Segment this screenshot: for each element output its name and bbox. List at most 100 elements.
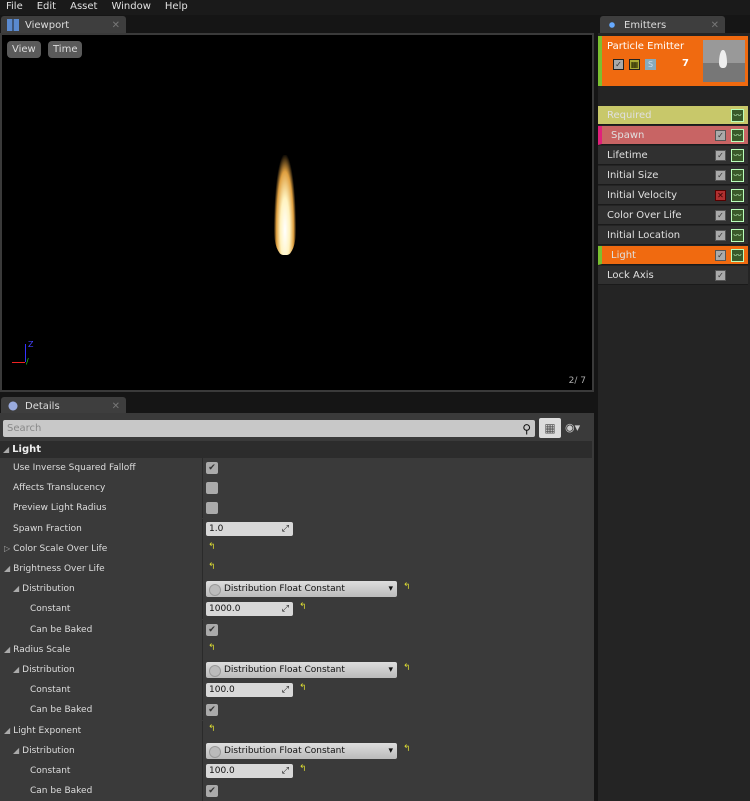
enable-checkbox[interactable]: ✓ xyxy=(715,130,726,141)
property-row: Can be Baked ✔ xyxy=(0,619,592,640)
menu-help[interactable]: Help xyxy=(159,0,196,15)
curve-icon[interactable]: 〰 xyxy=(731,169,744,182)
menu-bar: File Edit Asset Window Help xyxy=(0,0,750,15)
enable-checkbox[interactable]: ✓ xyxy=(715,150,726,161)
number-field[interactable]: 100.0 xyxy=(206,683,293,698)
module-color-over-life[interactable]: Color Over Life ✓ 〰 xyxy=(598,206,748,225)
checkbox[interactable]: ✔ xyxy=(206,785,218,798)
grid-view-button[interactable]: ▦ xyxy=(539,418,561,438)
enable-checkbox[interactable]: ✓ xyxy=(613,59,624,70)
property-label: ◢ Distribution xyxy=(13,584,75,595)
property-label: ◢ Radius Scale xyxy=(4,644,71,655)
solo-icon[interactable]: ▦ xyxy=(629,59,640,70)
curve-icon[interactable]: 〰 xyxy=(731,229,744,242)
flame-particle xyxy=(274,155,296,255)
property-label: Spawn Fraction xyxy=(13,523,82,534)
module-lock-axis[interactable]: Lock Axis ✓ xyxy=(598,266,748,285)
s-toggle[interactable]: S xyxy=(645,59,656,70)
module-light[interactable]: Light ✓ 〰 xyxy=(598,246,748,265)
module-lifetime[interactable]: Lifetime ✓ 〰 xyxy=(598,146,748,165)
category-light[interactable]: ◢ Light xyxy=(0,441,592,458)
search-input[interactable]: Search ⚲ xyxy=(3,420,535,437)
reset-icon[interactable]: ↰ xyxy=(403,663,411,673)
reset-icon[interactable]: ↰ xyxy=(403,582,411,592)
property-label: Can be Baked xyxy=(30,786,93,797)
emitter-name: Particle Emitter xyxy=(607,41,685,52)
search-icon: ⚲ xyxy=(522,422,531,436)
expand-arrow-icon[interactable]: ◢ xyxy=(4,645,10,654)
property-row: Can be Baked ✔ xyxy=(0,700,592,721)
distribution-dropdown[interactable]: Distribution Float Constant xyxy=(206,662,397,678)
reset-icon[interactable]: ↰ xyxy=(403,744,411,754)
time-button[interactable]: Time xyxy=(48,41,83,58)
reset-icon[interactable]: ↰ xyxy=(208,643,216,653)
enable-checkbox[interactable]: ✓ xyxy=(715,270,726,281)
checkbox[interactable]: ✔ xyxy=(206,623,218,636)
expand-arrow-icon[interactable]: ▷ xyxy=(4,544,10,553)
module-label: Color Over Life xyxy=(607,210,682,221)
reset-icon[interactable]: ↰ xyxy=(299,683,307,693)
checkbox[interactable]: ✔ xyxy=(206,704,218,717)
emitter-thumbnail xyxy=(703,40,745,82)
disabled-x-icon[interactable]: ✕ xyxy=(715,190,726,201)
close-icon[interactable]: ✕ xyxy=(112,401,120,412)
number-field[interactable]: 100.0 xyxy=(206,764,293,778)
curve-icon[interactable]: 〰 xyxy=(731,109,744,122)
reset-icon[interactable]: ↰ xyxy=(208,724,216,734)
eye-icon[interactable]: ◉▾ xyxy=(565,421,580,434)
property-label: Preview Light Radius xyxy=(13,503,107,514)
enable-checkbox[interactable]: ✓ xyxy=(715,170,726,181)
close-icon[interactable]: ✕ xyxy=(112,20,120,31)
menu-window[interactable]: Window xyxy=(105,0,158,15)
viewport[interactable]: View Time Z / 2/ 7 xyxy=(0,33,594,392)
property-row: ◢ Brightness Over Life ↰ xyxy=(0,559,592,579)
reset-icon[interactable]: ↰ xyxy=(299,602,307,612)
property-row: Use Inverse Squared Falloff ✔ xyxy=(0,458,592,478)
property-row: ◢ Distribution Distribution Float Constant… xyxy=(0,740,592,761)
curve-icon[interactable]: 〰 xyxy=(731,149,744,162)
curve-icon[interactable]: 〰 xyxy=(731,209,744,222)
enable-checkbox[interactable]: ✓ xyxy=(715,210,726,221)
menu-edit[interactable]: Edit xyxy=(31,0,64,15)
checkbox[interactable] xyxy=(206,482,218,495)
axis-gizmo: Z / xyxy=(8,340,38,370)
checkbox[interactable] xyxy=(206,502,218,515)
info-icon xyxy=(7,400,19,412)
tab-emitters[interactable]: Emitters ✕ xyxy=(600,16,725,34)
property-label: Can be Baked xyxy=(30,705,93,716)
reset-icon[interactable]: ↰ xyxy=(208,542,216,552)
menu-asset[interactable]: Asset xyxy=(64,0,105,15)
module-initial-velocity[interactable]: Initial Velocity ✕ 〰 xyxy=(598,186,748,205)
expand-arrow-icon[interactable]: ◢ xyxy=(13,584,19,593)
enable-checkbox[interactable]: ✓ xyxy=(715,230,726,241)
checkbox[interactable]: ✔ xyxy=(206,462,218,474)
module-initial-location[interactable]: Initial Location ✓ 〰 xyxy=(598,226,748,245)
enable-checkbox[interactable]: ✓ xyxy=(715,250,726,261)
module-initial-size[interactable]: Initial Size ✓ 〰 xyxy=(598,166,748,185)
menu-file[interactable]: File xyxy=(0,0,31,15)
tab-label: Emitters xyxy=(624,19,667,31)
number-field[interactable]: 1.0 xyxy=(206,521,293,536)
emitter-count: 7 xyxy=(682,58,689,69)
module-spawn[interactable]: Spawn ✓ 〰 xyxy=(598,126,748,145)
distribution-dropdown[interactable]: Distribution Float Constant xyxy=(206,742,397,759)
tab-viewport[interactable]: Viewport ✕ xyxy=(1,16,126,34)
property-row: Affects Translucency xyxy=(0,478,592,499)
distribution-dropdown[interactable]: Distribution Float Constant xyxy=(206,581,397,598)
module-label: Lock Axis xyxy=(607,270,654,281)
number-field[interactable]: 1000.0 xyxy=(206,602,293,617)
expand-arrow-icon[interactable]: ◢ xyxy=(13,746,19,755)
view-button[interactable]: View xyxy=(7,41,41,58)
curve-icon[interactable]: 〰 xyxy=(731,129,744,142)
expand-arrow-icon[interactable]: ◢ xyxy=(4,564,10,573)
reset-icon[interactable]: ↰ xyxy=(208,562,216,572)
reset-icon[interactable]: ↰ xyxy=(299,764,307,774)
expand-arrow-icon[interactable]: ◢ xyxy=(13,665,19,674)
curve-icon[interactable]: 〰 xyxy=(731,249,744,262)
property-label: Affects Translucency xyxy=(13,483,106,494)
particle-emitter[interactable]: Particle Emitter ✓ ▦ S 7 xyxy=(598,36,748,86)
curve-icon[interactable]: 〰 xyxy=(731,189,744,202)
close-icon[interactable]: ✕ xyxy=(711,20,719,31)
expand-arrow-icon[interactable]: ◢ xyxy=(4,726,10,735)
module-required[interactable]: Required 〰 xyxy=(598,106,748,125)
